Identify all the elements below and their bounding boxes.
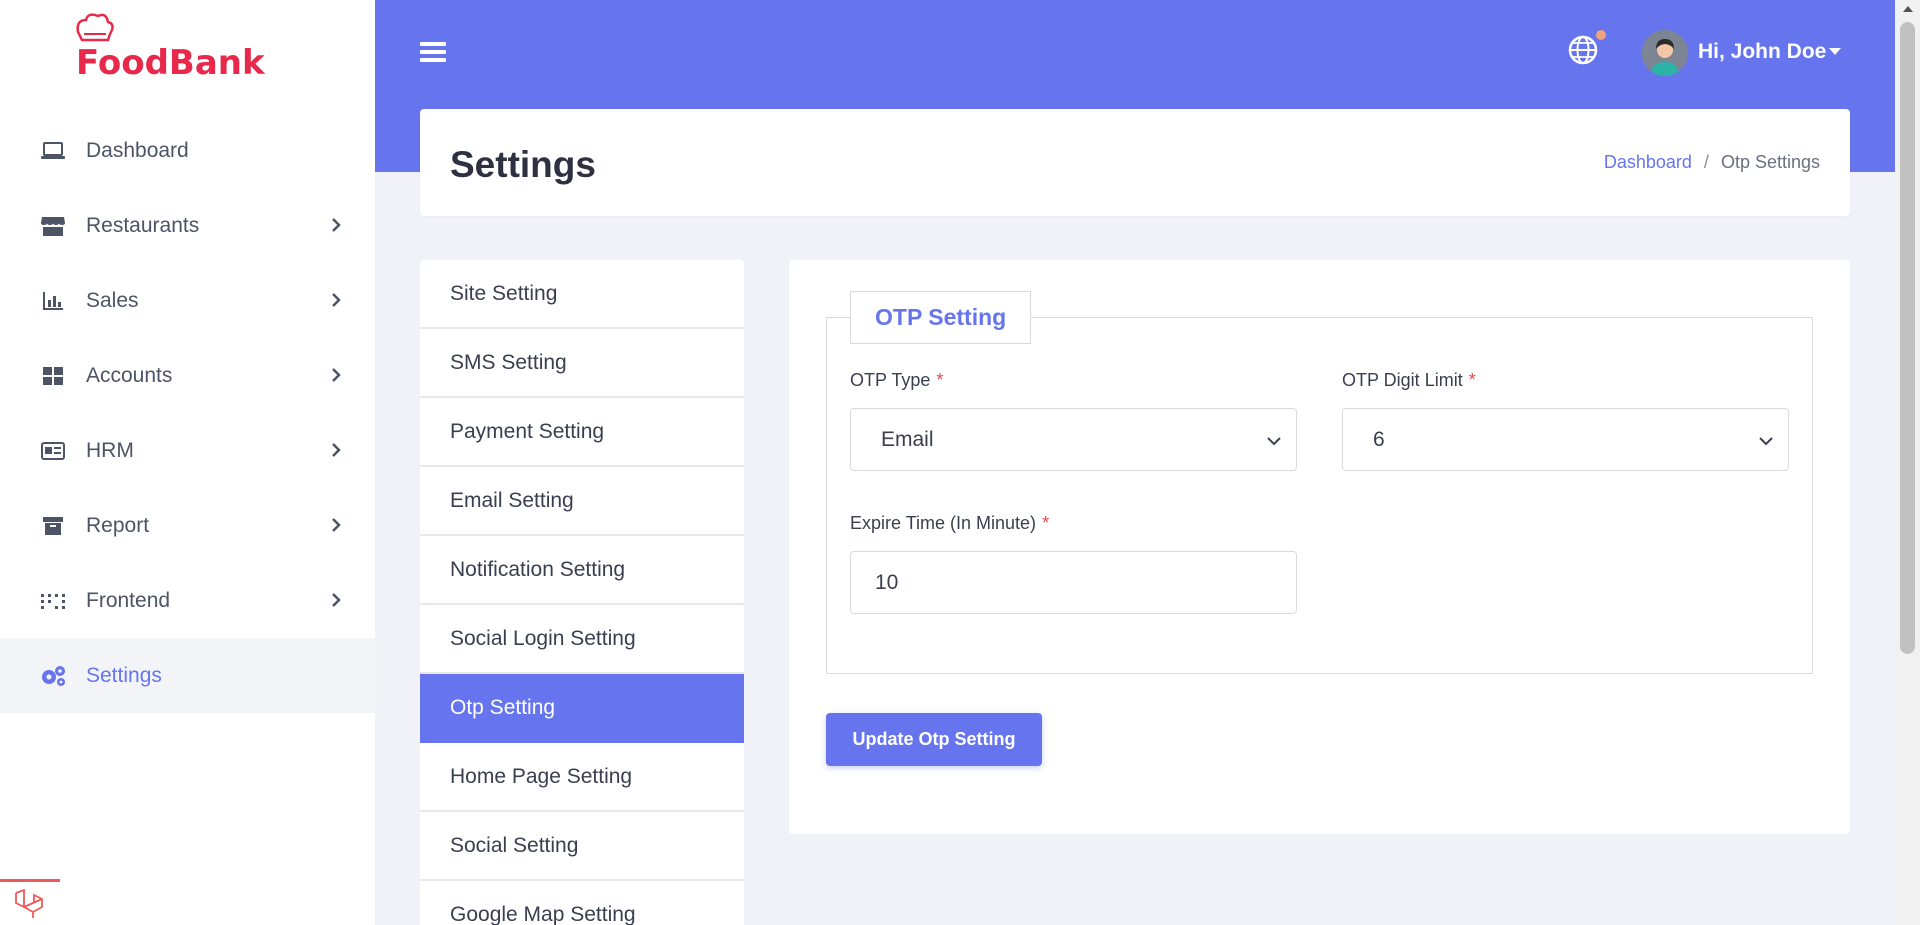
page-title: Settings [450, 144, 596, 185]
sidebar-item-label: Frontend [86, 588, 171, 612]
chevron-right-icon [332, 443, 341, 457]
id-card-icon [38, 439, 68, 463]
archive-icon [38, 514, 68, 538]
sidebar-item-settings[interactable]: Settings [0, 638, 375, 713]
chart-bar-icon [38, 289, 68, 313]
scrollbar-thumb[interactable] [1900, 22, 1915, 654]
otp-digit-limit-label: OTP Digit Limit * [1342, 370, 1476, 390]
sidebar-item-report[interactable]: Report [0, 488, 375, 563]
breadcrumb-current: Otp Settings [1720, 152, 1820, 172]
sidebar-item-label: Report [86, 513, 150, 537]
otp-fieldset [826, 317, 1813, 674]
gears-icon [38, 664, 68, 688]
page-header-card: Settings Dashboard / Otp Settings [420, 109, 1850, 216]
language-globe-icon[interactable] [1568, 35, 1598, 65]
hamburger-menu-icon[interactable] [420, 40, 446, 64]
expire-time-label: Expire Time (In Minute) * [850, 513, 1050, 533]
settings-menu-item-site[interactable]: Site Setting [420, 260, 744, 329]
otp-digit-limit-select[interactable]: 6 [1342, 408, 1789, 471]
settings-menu: Site Setting SMS Setting Payment Setting… [420, 260, 744, 925]
svg-text:FoodBank: FoodBank [76, 43, 266, 82]
chevron-right-icon [332, 218, 341, 232]
sidebar-item-dashboard[interactable]: Dashboard [0, 113, 375, 188]
settings-menu-item-social[interactable]: Social Setting [420, 812, 744, 881]
laptop-icon [38, 139, 68, 163]
settings-menu-item-sms[interactable]: SMS Setting [420, 329, 744, 398]
chevron-right-icon [332, 518, 341, 532]
settings-menu-item-email[interactable]: Email Setting [420, 467, 744, 536]
settings-menu-item-otp[interactable]: Otp Setting [420, 674, 744, 743]
chevron-right-icon [332, 293, 341, 307]
sidebar-item-label: Sales [86, 288, 139, 312]
chevron-down-icon [1759, 437, 1773, 446]
foodbank-logo[interactable]: FoodBank [72, 12, 292, 83]
sidebar-item-hrm[interactable]: HRM [0, 413, 375, 488]
breadcrumb-separator: / [1703, 152, 1709, 172]
settings-menu-item-home-page[interactable]: Home Page Setting [420, 743, 744, 812]
fieldset-legend: OTP Setting [850, 291, 1032, 344]
otp-type-value: Email [881, 427, 934, 451]
notification-dot [1596, 30, 1606, 40]
sidebar-item-sales[interactable]: Sales [0, 263, 375, 338]
settings-menu-item-social-login[interactable]: Social Login Setting [420, 605, 744, 674]
sidebar-nav: Dashboard Restaurants Sales Accounts HRM… [0, 113, 375, 713]
settings-menu-item-google-map[interactable]: Google Map Setting [420, 881, 744, 925]
chevron-right-icon [332, 593, 341, 607]
sidebar-item-frontend[interactable]: Frontend [0, 563, 375, 638]
otp-type-label: OTP Type * [850, 370, 944, 390]
breadcrumb: Dashboard / Otp Settings [1604, 152, 1820, 173]
store-icon [38, 214, 68, 238]
breadcrumb-link-dashboard[interactable]: Dashboard [1604, 152, 1692, 173]
sidebar-item-restaurants[interactable]: Restaurants [0, 188, 375, 263]
otp-settings-card: OTP Setting OTP Type * Email OTP Digit Li… [789, 260, 1850, 834]
user-menu-name[interactable]: Hi, John Doe [1698, 40, 1826, 64]
chef-hat-icon [76, 13, 114, 42]
sidebar-item-accounts[interactable]: Accounts [0, 338, 375, 413]
caret-down-icon[interactable] [1829, 48, 1841, 55]
chevron-right-icon [332, 368, 341, 382]
page-scrollbar[interactable] [1895, 0, 1920, 925]
sidebar-item-label: Settings [86, 663, 162, 687]
sidebar: FoodBank Dashboard Restaurants Sales Acc… [0, 0, 375, 925]
sidebar-item-label: Dashboard [86, 138, 189, 162]
update-otp-setting-button[interactable]: Update Otp Setting [826, 713, 1042, 766]
otp-digit-limit-value: 6 [1373, 427, 1385, 451]
laravel-debug-icon[interactable] [0, 879, 60, 925]
sidebar-item-label: HRM [86, 438, 134, 462]
settings-menu-item-payment[interactable]: Payment Setting [420, 398, 744, 467]
sidebar-item-label: Restaurants [86, 213, 200, 237]
grid-icon [38, 364, 68, 388]
dots-grid-icon [38, 589, 68, 613]
expire-time-value: 10 [875, 570, 899, 594]
expire-time-input[interactable]: 10 [850, 551, 1297, 614]
avatar[interactable] [1642, 30, 1688, 76]
chevron-down-icon [1267, 437, 1281, 446]
settings-menu-item-notification[interactable]: Notification Setting [420, 536, 744, 605]
sidebar-item-label: Accounts [86, 363, 173, 387]
scroll-up-arrow-icon[interactable] [1903, 6, 1913, 12]
otp-type-select[interactable]: Email [850, 408, 1297, 471]
